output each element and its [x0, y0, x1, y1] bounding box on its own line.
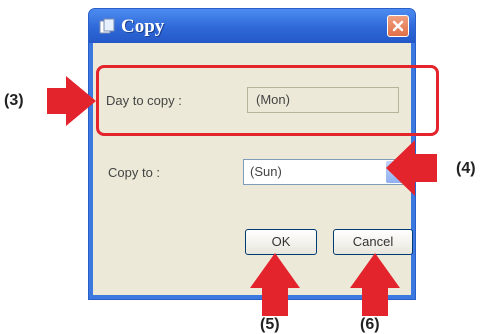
annotation-label-6: (6): [360, 316, 380, 333]
annotation-label-5: (5): [260, 316, 280, 333]
arrow-left-icon: [386, 140, 437, 196]
arrow-right-icon: [47, 76, 96, 126]
arrow-up-icon: [250, 253, 300, 316]
annotation-arrows: [47, 76, 437, 316]
annotation-label-3: (3): [4, 92, 24, 109]
annotation-label-4: (4): [456, 160, 476, 177]
arrow-up-icon: [350, 253, 400, 316]
